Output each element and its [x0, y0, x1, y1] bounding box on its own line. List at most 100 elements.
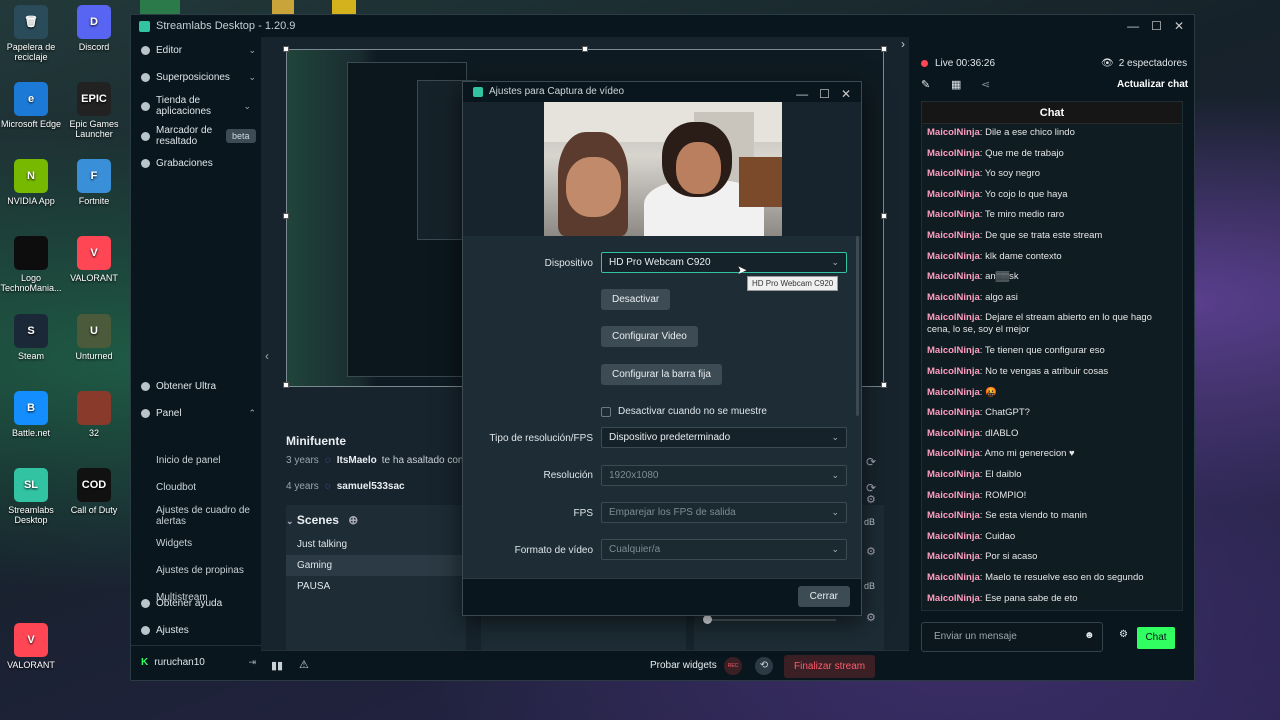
share-icon[interactable]: ⋖	[981, 78, 990, 91]
scene-item[interactable]: Just talking	[286, 534, 466, 555]
desktop-icon[interactable]: e Microsoft Edge	[0, 82, 66, 129]
fps-select[interactable]: Emparejar los FPS de salida ⌄	[601, 502, 847, 523]
sidebar-item-panel[interactable]: Panel ⌃	[141, 408, 256, 419]
video-format-select[interactable]: Cualquier/a ⌄	[601, 539, 847, 560]
collapse-sidebar-icon[interactable]: ‹	[265, 349, 269, 363]
device-select[interactable]: HD Pro Webcam C920 ⌄	[601, 252, 847, 273]
refresh-icon[interactable]: ⟳	[866, 455, 876, 469]
stats-icon[interactable]: ▮▮	[271, 659, 283, 672]
configure-crossbar-button[interactable]: Configurar la barra fija	[601, 364, 722, 385]
sidebar-subitem[interactable]: Ajustes de propinas	[156, 565, 256, 576]
background-thumbnail	[140, 0, 180, 14]
sidebar-item-app-store[interactable]: Tienda de aplicaciones ⌄	[141, 95, 251, 117]
deactivate-checkbox[interactable]	[601, 406, 611, 417]
scene-item[interactable]: Gaming	[286, 555, 466, 576]
alert-icon[interactable]: ⚠	[299, 658, 309, 671]
chat-message-input[interactable]: Enviar un mensaje	[921, 622, 1103, 652]
resolution-type-select[interactable]: Dispositivo predeterminado ⌄	[601, 427, 847, 448]
volume-slider-knob[interactable]	[703, 615, 712, 624]
device-tooltip: HD Pro Webcam C920	[747, 276, 839, 291]
popout-icon[interactable]: ▦	[951, 78, 961, 91]
desktop-icon[interactable]: V VALORANT	[59, 236, 129, 283]
chevron-down-icon: ⌄	[243, 100, 251, 111]
desktop-icon[interactable]: D Discord	[59, 5, 129, 52]
username: ruruchan10	[154, 657, 205, 668]
desktop-icon[interactable]: 🗑 Papelera de reciclaje	[0, 5, 66, 62]
sidebar-item-editor[interactable]: Editor ⌄	[141, 45, 256, 56]
dialog-scrollbar[interactable]	[856, 236, 859, 416]
configure-video-button[interactable]: Configurar Video	[601, 326, 698, 347]
desktop-icon[interactable]: S Steam	[0, 314, 66, 361]
resize-handle[interactable]	[582, 46, 588, 52]
resize-handle[interactable]	[283, 382, 289, 388]
desktop-icon[interactable]: F Fortnite	[59, 159, 129, 206]
desktop-icon-label: Streamlabs Desktop	[8, 505, 54, 525]
dialog-titlebar[interactable]: Ajustes para Captura de vídeo — ☐ ✕	[463, 82, 861, 102]
end-stream-button[interactable]: Finalizar stream	[784, 655, 876, 678]
user-account[interactable]: Kruruchan10 ⇥	[141, 657, 256, 668]
resize-handle[interactable]	[881, 46, 887, 52]
sidebar-item-ultra[interactable]: Obtener Ultra	[141, 381, 256, 392]
gear-icon[interactable]: ⚙	[866, 493, 876, 506]
collapse-chat-icon[interactable]: ›	[901, 37, 905, 51]
app-icon: S	[14, 314, 48, 348]
send-chat-button[interactable]: Chat	[1137, 627, 1175, 649]
resize-handle[interactable]	[881, 213, 887, 219]
desktop-icon[interactable]: V VALORANT	[0, 623, 66, 670]
test-widgets-label[interactable]: Probar widgets	[650, 660, 717, 671]
chat-username: MaicolNinja	[927, 448, 980, 460]
minimize-button[interactable]: —	[1127, 19, 1139, 33]
sidebar-item-help[interactable]: Obtener ayuda	[141, 598, 256, 609]
emoji-icon[interactable]: ☻	[1084, 630, 1095, 641]
replay-buffer-icon[interactable]: ⟲	[755, 657, 773, 675]
chat-text: Que me de trabajo	[985, 147, 1064, 159]
resize-handle[interactable]	[283, 213, 289, 219]
record-button[interactable]: REC	[724, 657, 742, 675]
sidebar-subitem[interactable]: Ajustes de cuadro de alertas	[156, 505, 256, 527]
sidebar-item-highlighter[interactable]: Marcador de resaltado	[141, 125, 221, 147]
desktop-icon[interactable]: SL Streamlabs Desktop	[0, 468, 66, 525]
desktop-icon[interactable]: COD Call of Duty	[59, 468, 129, 515]
close-icon[interactable]: ✕	[841, 84, 851, 104]
close-button[interactable]: ✕	[1174, 19, 1184, 33]
desktop-icon-label: NVIDIA App	[7, 196, 55, 206]
desktop-icon[interactable]: Logo TechnoMania...	[0, 236, 66, 293]
scene-item[interactable]: PAUSA	[286, 576, 466, 597]
chat-message: MaicolNinja: No te vengas a atribuir cos…	[927, 366, 1173, 378]
scenes-chevron-icon[interactable]: ⌄	[286, 516, 294, 526]
gear-icon[interactable]: ⚙	[866, 611, 876, 624]
sidebar-subitem[interactable]: Widgets	[156, 538, 256, 549]
desktop-icon[interactable]: 32	[59, 391, 129, 438]
deactivate-button[interactable]: Desactivar	[601, 289, 671, 310]
desktop-icon[interactable]: N NVIDIA App	[0, 159, 66, 206]
resolution-select[interactable]: 1920x1080 ⌄	[601, 465, 847, 486]
resize-handle[interactable]	[881, 382, 887, 388]
chat-username: MaicolNinja	[927, 127, 980, 138]
sidebar-subitem[interactable]: Cloudbot	[156, 482, 256, 493]
sidebar-item-recordings[interactable]: Grabaciones	[141, 158, 256, 169]
feed-row: 3 years ◌ ItsMaelo te ha asaltado con	[286, 455, 466, 466]
app-icon	[77, 391, 111, 425]
sidebar-item-settings[interactable]: Ajustes	[141, 625, 256, 636]
maximize-button[interactable]: ☐	[819, 84, 830, 104]
window-titlebar[interactable]: Streamlabs Desktop - 1.20.9 — ☐ ✕	[131, 15, 1194, 37]
desktop-icon[interactable]: B Battle.net	[0, 391, 66, 438]
sidebar-subitem[interactable]: Inicio de panel	[156, 455, 256, 466]
resize-handle[interactable]	[283, 46, 289, 52]
app-icon: EPIC	[77, 82, 111, 116]
close-dialog-button[interactable]: Cerrar	[797, 586, 850, 607]
desktop-icon[interactable]: U Unturned	[59, 314, 129, 361]
edit-icon[interactable]: ✎	[921, 78, 930, 91]
add-scene-icon[interactable]: ⊕	[348, 513, 358, 527]
gear-icon[interactable]: ⚙	[1119, 629, 1128, 640]
chat-username: MaicolNinja	[927, 345, 980, 357]
chevron-down-icon: ⌄	[831, 544, 839, 554]
gear-icon[interactable]: ⚙	[866, 545, 876, 558]
volume-slider[interactable]	[706, 619, 836, 621]
sidebar-item-overlays[interactable]: Superposiciones ⌄	[141, 72, 256, 83]
minimize-button[interactable]: —	[796, 84, 808, 104]
desktop-icon-label: Discord	[78, 42, 110, 52]
maximize-button[interactable]: ☐	[1151, 19, 1162, 33]
desktop-icon[interactable]: EPIC Epic Games Launcher	[59, 82, 129, 139]
refresh-chat-link[interactable]: Actualizar chat	[1117, 79, 1188, 90]
